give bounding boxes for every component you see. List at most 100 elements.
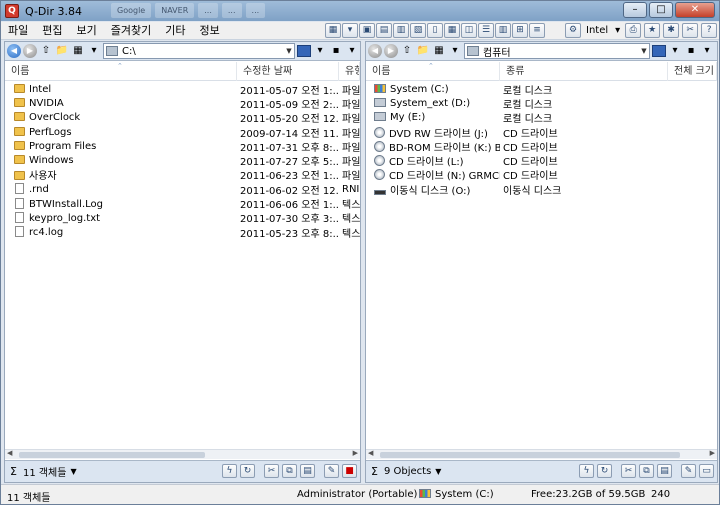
back-icon[interactable]: ◀ [368, 44, 382, 58]
column-type[interactable]: 유형 [339, 62, 360, 81]
menu-info[interactable]: 정보 [192, 22, 226, 40]
list-item[interactable]: OverClock 2011-05-20 오전 12... 파일 [5, 111, 360, 125]
monitor-dropdown-icon[interactable]: ▾ [313, 44, 327, 58]
list-item[interactable]: My (E:) 로컬 디스크 [366, 111, 717, 125]
left-horizontal-scrollbar[interactable]: ◀ ▶ [5, 449, 360, 459]
view-dropdown-icon[interactable]: ▾ [448, 44, 462, 58]
menu-file[interactable]: 파일 [1, 22, 35, 40]
list-item[interactable]: CD 드라이브 (L:) CD 드라이브 [366, 153, 717, 168]
options-icon[interactable]: ▪ [329, 44, 343, 58]
gear-icon[interactable]: ✱ [663, 23, 680, 38]
layout-dropdown-icon[interactable]: ▾ [342, 23, 358, 38]
lightning-icon[interactable]: ϟ [222, 464, 237, 478]
layout-3-icon[interactable]: ▧ [410, 23, 426, 38]
list-item[interactable]: PerfLogs 2009-07-14 오전 11... 파일 [5, 125, 360, 140]
copy-icon[interactable]: ⧉ [639, 464, 654, 478]
bg-tab[interactable]: ... [221, 3, 242, 18]
view-dropdown-icon[interactable]: ▾ [87, 44, 101, 58]
address-dropdown-icon[interactable]: ▼ [639, 47, 649, 55]
scrollbar-thumb[interactable] [19, 452, 205, 458]
menu-extras[interactable]: 기타 [158, 22, 192, 40]
scroll-left-icon[interactable]: ◀ [7, 449, 12, 457]
star-icon[interactable]: ★ [644, 23, 661, 38]
rename-icon[interactable]: ✎ [324, 464, 339, 478]
layout-list-icon[interactable]: ≡ [529, 23, 545, 38]
tools-icon[interactable]: ✂ [682, 23, 699, 38]
close-button[interactable]: ✕ [675, 2, 715, 18]
lightning-icon[interactable]: ϟ [579, 464, 594, 478]
forward-icon[interactable]: ▶ [23, 44, 37, 58]
right-object-count[interactable]: 9 Objects [384, 466, 431, 477]
cut-icon[interactable]: ✂ [264, 464, 279, 478]
scroll-right-icon[interactable]: ▶ [710, 449, 715, 457]
scroll-left-icon[interactable]: ◀ [368, 449, 373, 457]
scrollbar-thumb[interactable] [380, 452, 680, 458]
list-item[interactable]: .rnd 2011-06-02 오전 12... RNI [5, 182, 360, 197]
back-icon[interactable]: ◀ [7, 44, 21, 58]
list-item[interactable]: System_ext (D:) 로컬 디스크 [366, 96, 717, 111]
list-item[interactable]: NVIDIA 2011-05-09 오전 2:... 파일 [5, 96, 360, 111]
list-item[interactable]: System (C:) 로컬 디스크 [366, 82, 717, 97]
paste-icon[interactable]: ▤ [300, 464, 315, 478]
bg-tab[interactable]: NAVER [155, 3, 195, 18]
list-item[interactable]: BTWInstall.Log 2011-06-06 오전 1:... 텍스 [5, 196, 360, 211]
bg-tab[interactable]: ... [245, 3, 266, 18]
copy-icon[interactable]: ⧉ [282, 464, 297, 478]
print-icon[interactable]: ⎙ [625, 23, 642, 38]
options-dropdown-icon[interactable]: ▾ [345, 44, 359, 58]
list-item[interactable]: BD-ROM 드라이브 (K:) BR...CD 드라이브 [366, 139, 717, 154]
bg-tab[interactable]: Google [111, 3, 152, 18]
user-dropdown-icon[interactable]: ▾ [613, 25, 622, 36]
monitor-icon[interactable] [652, 45, 666, 57]
list-item[interactable]: 사용자 2011-06-23 오전 1:... 파일 [5, 168, 360, 182]
scroll-right-icon[interactable]: ▶ [353, 449, 358, 457]
up-folder-icon[interactable]: ⇧ [39, 44, 53, 58]
refresh-icon[interactable]: ↻ [597, 464, 612, 478]
maximize-button[interactable]: □ [649, 2, 673, 18]
rename-icon[interactable]: ✎ [681, 464, 696, 478]
folder-icon[interactable]: 📁 [55, 44, 69, 58]
paste-icon[interactable]: ▤ [657, 464, 672, 478]
column-size[interactable]: 전체 크기 [668, 62, 717, 81]
left-object-count[interactable]: 11 객체들 [23, 464, 67, 479]
left-address-bar[interactable]: C:\ ▼ [103, 43, 295, 59]
column-type[interactable]: 종류 [500, 62, 668, 81]
menu-edit[interactable]: 편집 [35, 22, 69, 40]
layout-grid-icon[interactable]: ▦ [325, 23, 341, 38]
menu-favorites[interactable]: 즐겨찾기 [104, 22, 158, 40]
column-date[interactable]: 수정한 날짜 [237, 62, 339, 81]
view-icon[interactable]: ▦ [71, 44, 85, 58]
column-name[interactable]: 이름 ⌃ [366, 62, 500, 81]
list-item[interactable]: DVD RW 드라이브 (J:) CD 드라이브 [366, 125, 717, 140]
menu-view[interactable]: 보기 [70, 22, 104, 40]
right-address-bar[interactable]: 컴퓨터 ▼ [464, 43, 650, 59]
list-item[interactable]: Intel 2011-05-07 오전 1:... 파일 [5, 82, 360, 97]
layout-split-icon[interactable]: ◫ [461, 23, 477, 38]
list-item[interactable]: 이동식 디스크 (O:) 이동식 디스크 [366, 182, 717, 197]
refresh-icon[interactable]: ↻ [240, 464, 255, 478]
monitor-icon[interactable] [297, 45, 311, 57]
user-icon[interactable]: ⚙ [565, 23, 581, 38]
right-horizontal-scrollbar[interactable]: ◀ ▶ [366, 449, 717, 459]
layout-horizontal-icon[interactable]: ▤ [376, 23, 392, 38]
address-dropdown-icon[interactable]: ▼ [284, 47, 294, 55]
up-folder-icon[interactable]: ⇧ [400, 44, 414, 58]
layout-quad-icon[interactable]: ▦ [444, 23, 460, 38]
layout-tree-icon[interactable]: ⊞ [512, 23, 528, 38]
layout-2x2-icon[interactable]: ▣ [359, 23, 375, 38]
options-icon[interactable]: ▪ [684, 44, 698, 58]
list-item[interactable]: rc4.log 2011-05-23 오후 8:... 텍스 [5, 225, 360, 240]
column-name[interactable]: 이름 ⌃ [5, 62, 237, 81]
window-icon[interactable]: ▭ [699, 464, 714, 478]
layout-cols-icon[interactable]: ▥ [495, 23, 511, 38]
count-dropdown-icon[interactable]: ▼ [70, 467, 76, 476]
layout-rows-icon[interactable]: ☰ [478, 23, 494, 38]
monitor-dropdown-icon[interactable]: ▾ [668, 44, 682, 58]
user-label[interactable]: Intel [584, 25, 610, 36]
minimize-button[interactable]: – [623, 2, 647, 18]
view-icon[interactable]: ▦ [432, 44, 446, 58]
layout-vertical-icon[interactable]: ▥ [393, 23, 409, 38]
list-item[interactable]: Program Files 2011-07-31 오후 8:... 파일 [5, 139, 360, 154]
count-dropdown-icon[interactable]: ▼ [435, 467, 441, 476]
list-item[interactable]: Windows 2011-07-27 오후 5:... 파일 [5, 153, 360, 168]
